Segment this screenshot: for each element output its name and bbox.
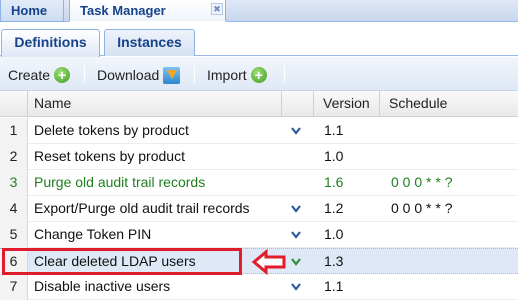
task-name: Export/Purge old audit trail records bbox=[34, 200, 250, 216]
chevron-down-icon[interactable] bbox=[291, 127, 301, 135]
table-row[interactable]: 3 Purge old audit trail records 1.6 0 0 … bbox=[0, 170, 518, 196]
tab-instances[interactable]: Instances bbox=[104, 29, 195, 56]
import-label: Import bbox=[207, 67, 247, 84]
chevron-down-icon[interactable] bbox=[291, 205, 301, 213]
sub-tab-strip: Definitions Instances bbox=[0, 23, 518, 57]
column-header-action[interactable] bbox=[282, 91, 314, 117]
import-icon: + bbox=[250, 67, 267, 84]
tab-task-manager-label: Task Manager bbox=[80, 3, 166, 18]
column-header-name[interactable]: Name bbox=[28, 91, 282, 117]
import-button[interactable]: Import + bbox=[207, 65, 267, 84]
create-button[interactable]: Create + bbox=[8, 65, 71, 84]
chevron-down-icon[interactable] bbox=[291, 258, 301, 266]
column-header-schedule[interactable]: Schedule bbox=[380, 91, 518, 117]
row-number: 2 bbox=[0, 144, 28, 170]
task-version: 1.3 bbox=[324, 253, 344, 269]
table-row[interactable]: 2 Reset tokens by product 1.0 bbox=[0, 144, 518, 170]
toolbar-separator bbox=[284, 65, 285, 83]
rownum-header bbox=[0, 91, 28, 117]
task-schedule: 0 0 0 * * ? bbox=[391, 174, 453, 190]
row-number: 3 bbox=[0, 170, 28, 196]
task-version: 1.2 bbox=[324, 200, 344, 216]
task-version: 1.1 bbox=[324, 278, 344, 294]
top-tab-strip: Home Task Manager ✖ bbox=[0, 0, 518, 22]
table-row-selected[interactable]: 6 Clear deleted LDAP users 1.3 bbox=[0, 248, 518, 275]
task-version: 1.0 bbox=[324, 148, 344, 164]
table-row[interactable]: 4 Export/Purge old audit trail records 1… bbox=[0, 196, 518, 222]
column-header-name-label: Name bbox=[34, 95, 72, 111]
table-row[interactable]: 5 Change Token PIN 1.0 bbox=[0, 222, 518, 248]
download-label: Download bbox=[97, 67, 160, 84]
chevron-down-icon[interactable] bbox=[291, 283, 301, 291]
column-header-version[interactable]: Version bbox=[314, 91, 380, 117]
row-number: 7 bbox=[0, 274, 28, 300]
column-header-schedule-label: Schedule bbox=[389, 95, 448, 111]
toolbar-separator bbox=[194, 65, 195, 83]
task-name: Reset tokens by product bbox=[34, 148, 185, 164]
table-row[interactable]: 1 Delete tokens by product 1.1 bbox=[0, 118, 518, 144]
task-version: 1.1 bbox=[324, 122, 344, 138]
row-number: 6 bbox=[0, 249, 28, 275]
download-icon bbox=[163, 66, 181, 84]
task-name: Clear deleted LDAP users bbox=[34, 253, 196, 269]
add-icon: + bbox=[54, 67, 71, 84]
column-header-version-label: Version bbox=[323, 95, 370, 111]
task-schedule: 0 0 0 * * ? bbox=[391, 200, 453, 216]
task-version: 1.0 bbox=[324, 226, 344, 242]
create-label: Create bbox=[8, 67, 51, 84]
row-number: 1 bbox=[0, 118, 28, 144]
tab-task-manager[interactable]: Task Manager ✖ bbox=[69, 0, 226, 22]
tab-instances-label: Instances bbox=[117, 34, 182, 50]
tab-definitions-label: Definitions bbox=[14, 34, 87, 50]
row-number: 4 bbox=[0, 196, 28, 222]
toolbar: Create + Download Import + bbox=[0, 57, 518, 91]
task-name: Delete tokens by product bbox=[34, 122, 189, 138]
row-number: 5 bbox=[0, 222, 28, 248]
task-version: 1.6 bbox=[324, 174, 344, 190]
task-name: Purge old audit trail records bbox=[34, 174, 206, 190]
table-row[interactable]: 7 Disable inactive users 1.1 bbox=[0, 274, 518, 300]
download-button[interactable]: Download bbox=[97, 65, 181, 84]
task-name: Change Token PIN bbox=[34, 226, 152, 242]
grid-header: Name Version Schedule bbox=[0, 91, 518, 117]
close-icon[interactable]: ✖ bbox=[211, 3, 223, 15]
toolbar-separator bbox=[84, 65, 85, 83]
tab-home-label: Home bbox=[11, 3, 48, 18]
task-name: Disable inactive users bbox=[34, 278, 171, 294]
tab-definitions[interactable]: Definitions bbox=[1, 29, 100, 57]
tab-home[interactable]: Home bbox=[0, 0, 64, 22]
chevron-down-icon[interactable] bbox=[291, 231, 301, 239]
